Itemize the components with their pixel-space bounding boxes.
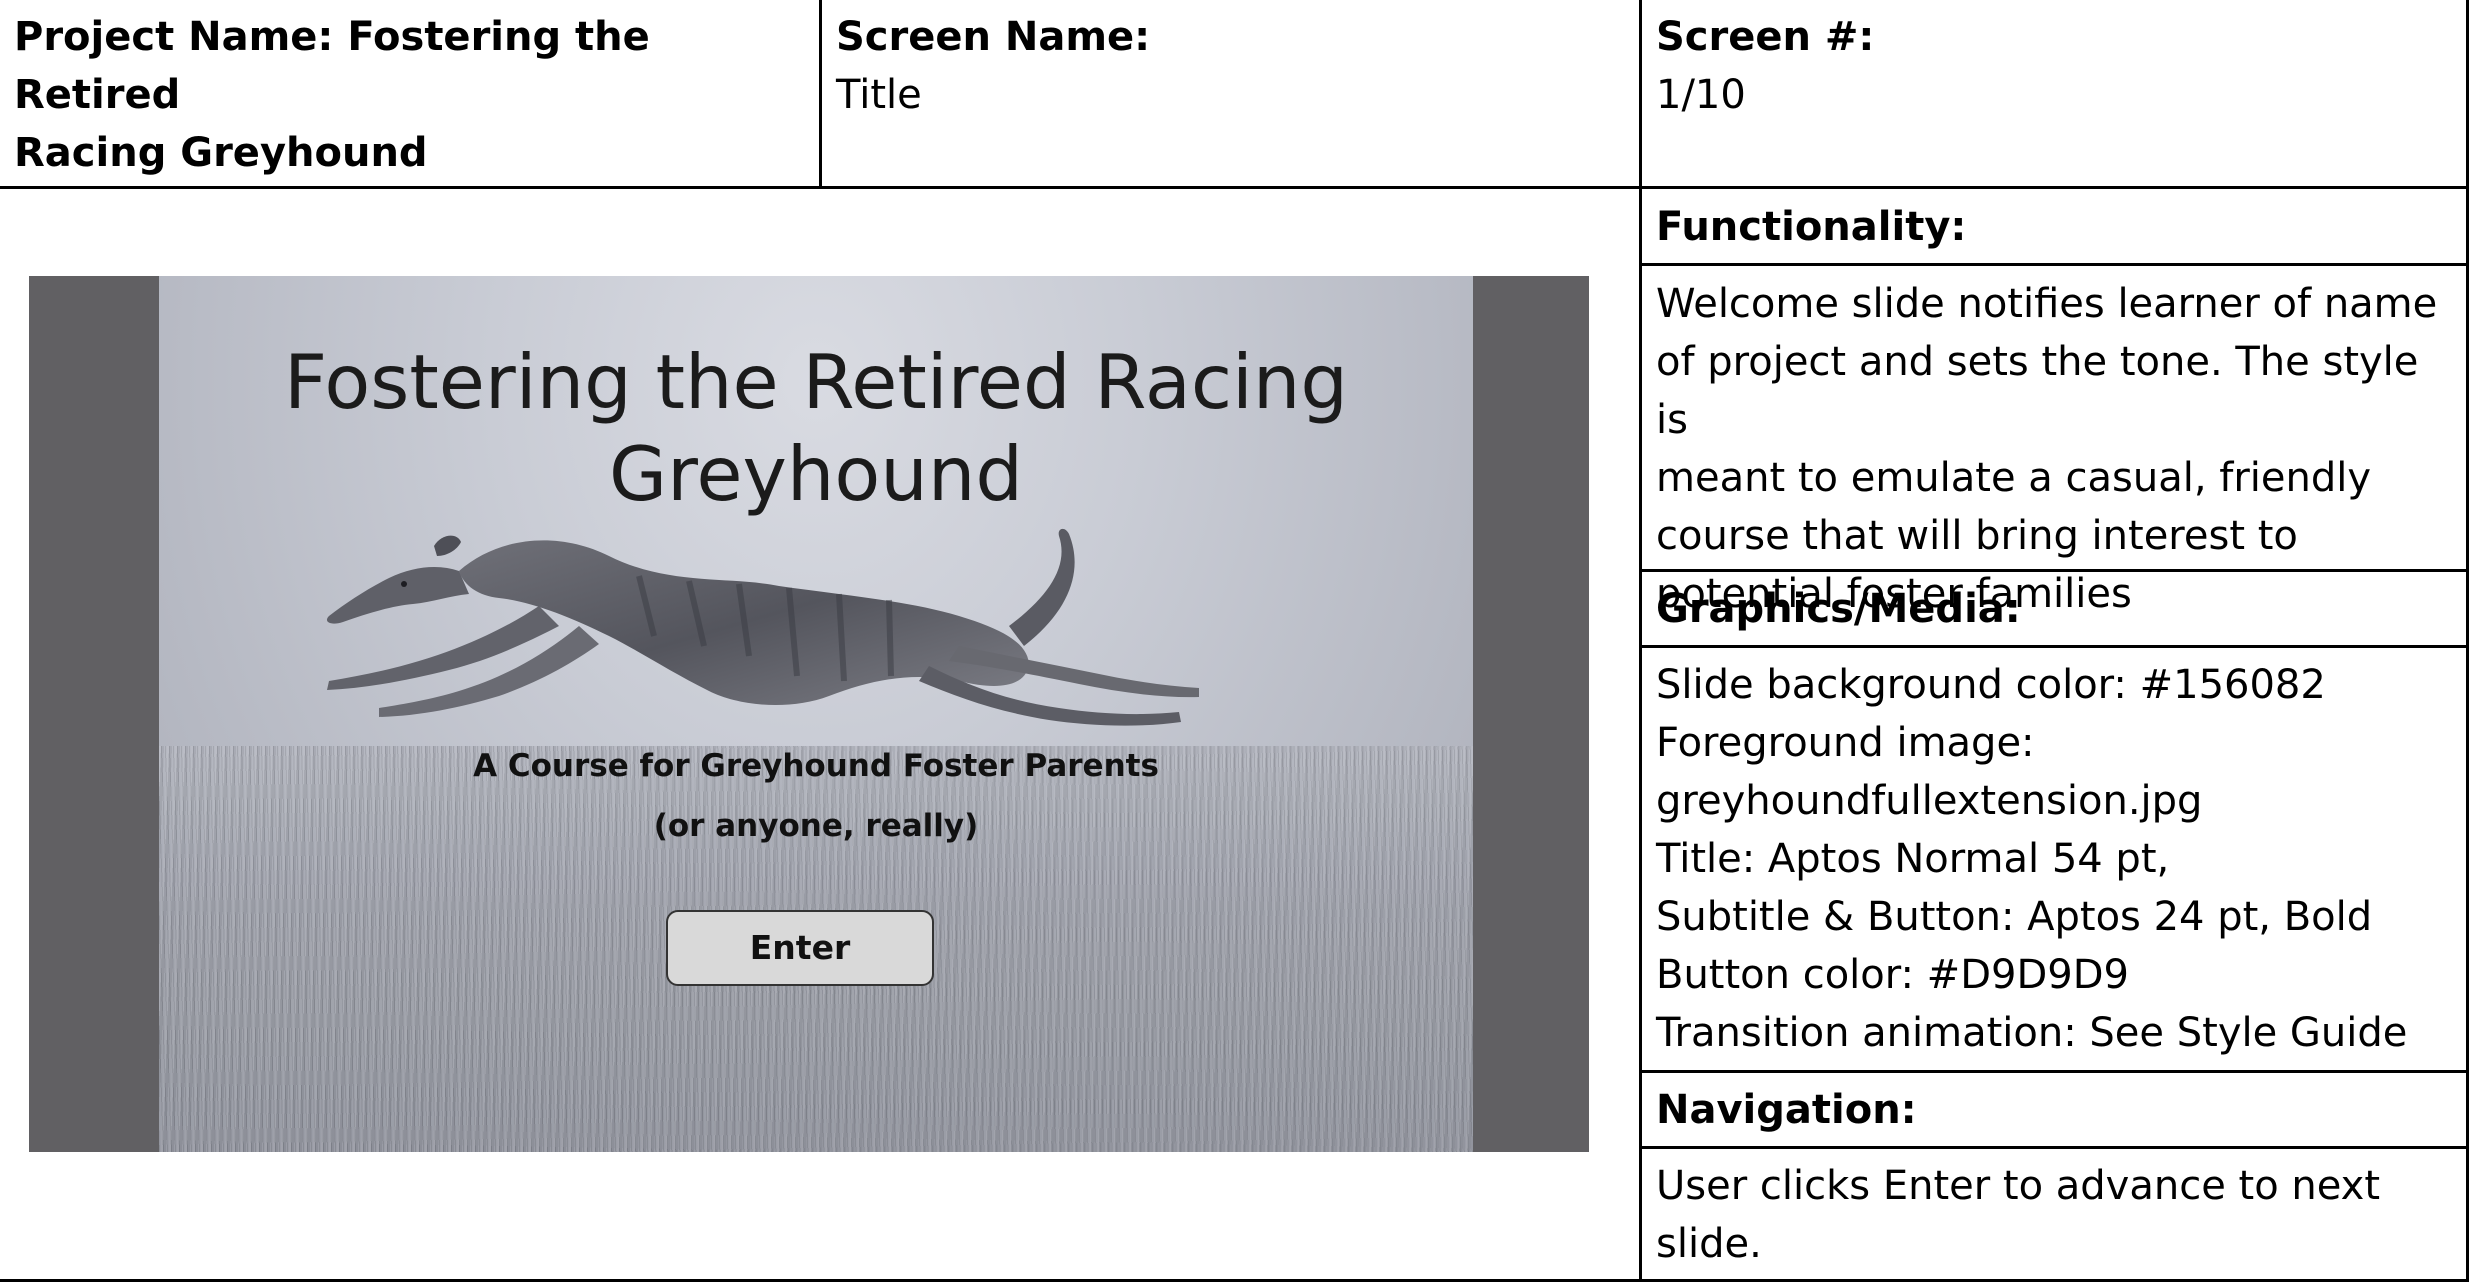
slide-title-line: Fostering the Retired Racing (283, 338, 1349, 426)
graphics-line: Slide background color: #156082 (1656, 662, 2326, 708)
slide-preview-frame: Fostering the Retired Racing Greyhound A… (29, 276, 1589, 1152)
graphics-line: Title: Aptos Normal 54 pt, (1656, 836, 2170, 882)
screen-number-value: 1/10 (1656, 72, 1746, 118)
functionality-line: meant to emulate a casual, friendly (1656, 455, 2372, 501)
graphics-line: Transition animation: See Style Guide (1656, 1010, 2408, 1056)
navigation-heading: Navigation: (1656, 1087, 1917, 1133)
title-slide: Fostering the Retired Racing Greyhound A… (159, 276, 1473, 1152)
slide-subtitle-line: (or anyone, really) (653, 808, 979, 844)
storyboard-table: Project Name: Fostering the Retired Raci… (0, 0, 2469, 1282)
graphics-line: Foreground image: (1656, 720, 2035, 766)
header-bottom-border (0, 186, 2466, 189)
screen-name-label: Screen Name: (836, 14, 1151, 60)
slide-subtitle: A Course for Greyhound Foster Parents (o… (159, 736, 1473, 856)
project-name-cell: Project Name: Fostering the Retired Raci… (0, 0, 820, 186)
navigation-line: User clicks Enter to advance to next (1656, 1163, 2381, 1209)
enter-button[interactable]: Enter (666, 910, 934, 986)
navigation-line: slide. (1656, 1221, 1762, 1267)
graphics-line: Button color: #D9D9D9 (1656, 952, 2129, 998)
slide-title: Fostering the Retired Racing Greyhound (159, 336, 1473, 520)
slide-subtitle-line: A Course for Greyhound Foster Parents (473, 748, 1159, 784)
project-name-line-1: Project Name: Fostering the Retired (14, 14, 650, 118)
screen-name-cell: Screen Name: Title (822, 0, 1640, 186)
graphics-media-heading: Graphics/Media: (1656, 586, 2021, 632)
functionality-line: Welcome slide notifies learner of name (1656, 281, 2438, 327)
functionality-heading: Functionality: (1656, 204, 1967, 250)
functionality-line: of project and sets the tone. The style … (1656, 339, 2419, 443)
project-name-line-2: Racing Greyhound (14, 130, 428, 176)
func-heading-border (1639, 263, 2466, 266)
screen-number-cell: Screen #: 1/10 (1642, 0, 2466, 186)
screen-number-label: Screen #: (1656, 14, 1875, 60)
slide-title-line: Greyhound (609, 430, 1023, 518)
functionality-line: course that will bring interest to (1656, 513, 2298, 559)
screen-name-value: Title (836, 72, 922, 118)
graphics-media-description: Slide background color: #156082 Foregrou… (1642, 648, 2466, 1070)
graphics-line: greyhoundfullextension.jpg (1656, 778, 2203, 824)
functionality-description: Welcome slide notifies learner of name o… (1642, 267, 2466, 617)
navigation-description: User clicks Enter to advance to next sli… (1642, 1149, 2466, 1282)
graphics-line: Subtitle & Button: Aptos 24 pt, Bold (1656, 894, 2373, 940)
